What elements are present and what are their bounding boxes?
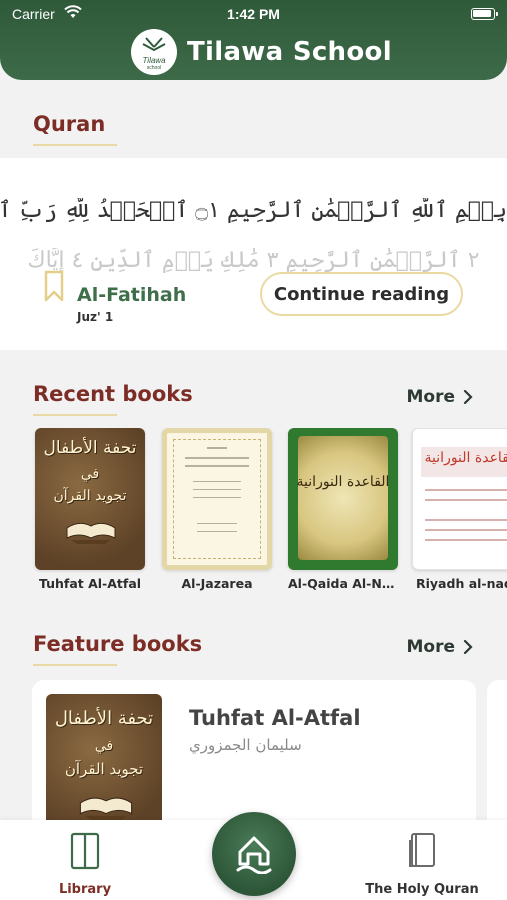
book-cover: القاعدة النورانية [288,428,398,570]
status-bar: Carrier 1:42 PM [0,4,507,24]
feature-book-title: Tuhfat Al-Atfal [189,706,361,730]
cover-ornament [298,436,388,560]
cover-line [185,457,249,459]
cover-text: في [94,738,114,754]
book-cover: تحفة الأطفال في تجويد القرآن [46,694,162,834]
cover-line [425,489,507,491]
library-icon [70,832,100,874]
cover-line [425,529,507,531]
more-label: More [406,387,455,407]
bookmark-icon[interactable] [44,270,64,306]
feature-books-title: Feature books [33,632,203,666]
cover-text: تجويد القرآن [53,488,127,504]
continue-reading-button[interactable]: Continue reading [260,272,463,316]
logo-subtext: school [146,65,162,71]
cover-text: القاعدة النورانية [296,474,390,490]
chevron-right-icon [463,390,473,404]
cover-line [185,465,249,467]
ayah-line-2: ٢ ٱلرَّحۡمَٰنِ ٱلرَّحِيمِ ٣ مَٰلِكِ يَوۡ… [27,248,480,273]
cover-line [425,499,507,501]
feature-book-author: سليمان الجمزوري [189,736,302,754]
chevron-right-icon [463,640,473,654]
cover-text: تحفة الأطفال [54,708,154,729]
surah-name: Al-Fatihah [77,284,187,306]
tab-label: Library [58,882,112,897]
tab-label: The Holy Quran [365,882,479,897]
recent-books-title: Recent books [33,382,193,416]
cover-text: في [80,466,100,482]
book-cover: القاعدة النورانية [412,428,507,570]
feature-books-more-button[interactable]: More [406,637,473,657]
app-title: Tilawa School [187,37,392,67]
quran-card[interactable]: بِسۡمِ ٱللَّهِ ٱلرَّحۡمَٰنِ ٱلرَّحِيمِ ۝… [0,158,507,350]
cover-line [193,489,241,490]
juz-label: Juz' 1 [77,310,114,324]
open-book-icon [142,37,166,52]
book-title: Al-Qaida Al-No... [288,576,398,591]
tab-holy-quran[interactable]: The Holy Quran [352,820,492,900]
tab-library[interactable]: Library [15,820,155,900]
book-item[interactable]: Al-Jazarea [162,428,272,591]
feature-book-card-next[interactable] [487,680,507,840]
book-cover [162,428,272,570]
logo-text: Tilawa [142,56,166,65]
cover-text: تحفة الأطفال [43,438,137,458]
cover-line [193,481,241,482]
cover-text: القاعدة النورانية [424,450,507,466]
cover-line [193,497,241,498]
book-item[interactable]: تحفة الأطفال في تجويد القرآن Tuhfat Al-A… [35,428,145,591]
home-button[interactable] [212,812,296,896]
cover-text: تجويد القرآن [64,760,144,778]
cover-line [207,447,227,449]
battery-icon [471,8,498,20]
book-item[interactable]: القاعدة النورانية Al-Qaida Al-No... [288,428,398,591]
ayah-line-1: بِسۡمِ ٱللَّهِ ٱلرَّحۡمَٰنِ ٱلرَّحِيمِ ۝… [0,198,507,223]
home-icon [236,836,272,874]
book-title: Al-Jazarea [181,576,253,591]
cover-line [197,523,237,524]
book-cover: تحفة الأطفال في تجويد القرآن [35,428,145,570]
recent-books-more-button[interactable]: More [406,387,473,407]
open-book-icon [79,797,133,820]
cover-line [425,539,507,541]
more-label: More [406,637,455,657]
book-item[interactable]: القاعدة النورانية Riyadh al-nad [412,428,507,591]
cover-line [425,519,507,521]
cover-line [197,531,237,532]
book-title: Tuhfat Al-Atfal [38,576,142,591]
recent-books-list: تحفة الأطفال في تجويد القرآن Tuhfat Al-A… [0,428,507,598]
book-icon [408,832,436,872]
app-header: Carrier 1:42 PM Tilawa school Tilawa Sch… [0,0,507,80]
status-time: 1:42 PM [227,6,280,22]
open-book-icon [66,522,116,544]
quran-section-title: Quran [33,112,118,146]
app-logo: Tilawa school [131,29,177,75]
brand: Tilawa school Tilawa School [131,28,392,76]
book-title: Riyadh al-nad [416,576,507,591]
